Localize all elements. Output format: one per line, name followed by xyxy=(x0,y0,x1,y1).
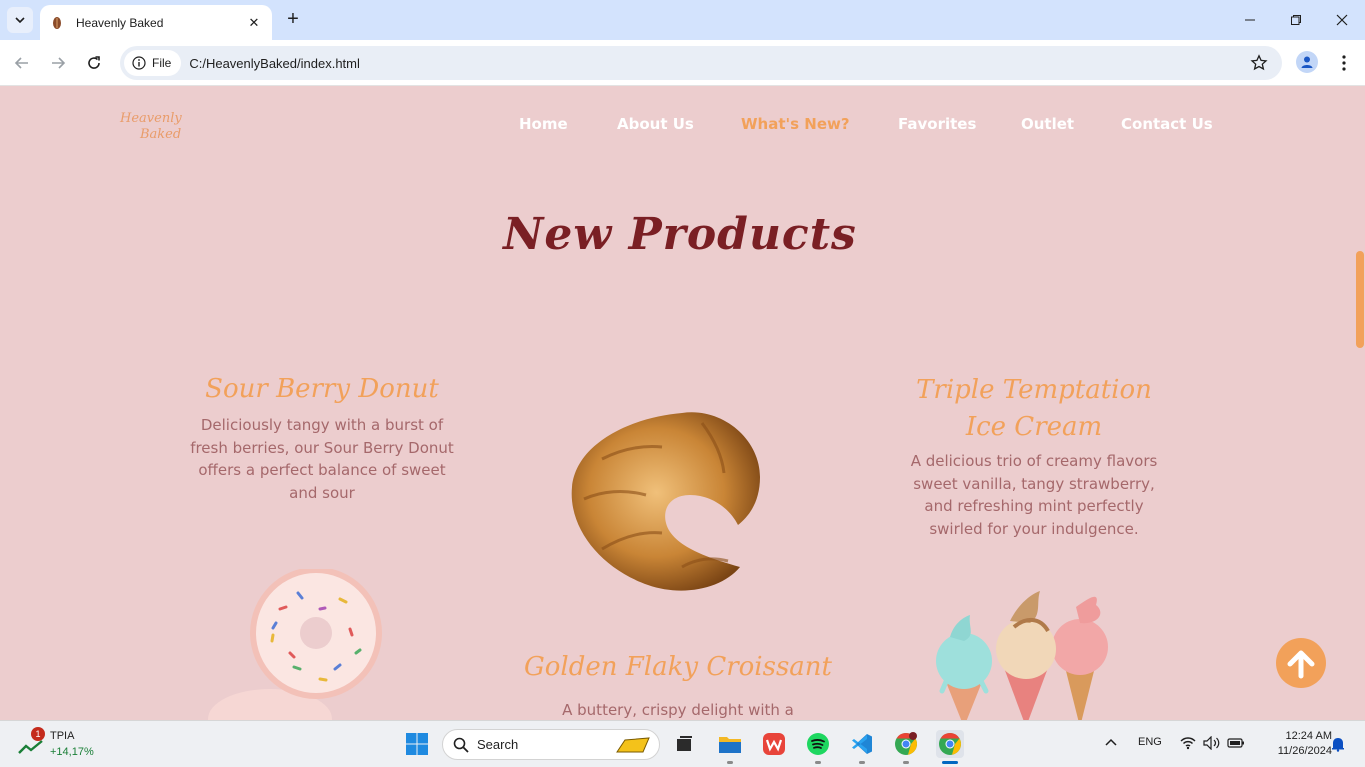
back-to-top-button[interactable] xyxy=(1276,638,1326,688)
vscode-button[interactable] xyxy=(848,730,876,758)
reload-icon xyxy=(88,56,100,69)
page-scrollbar[interactable] xyxy=(1355,87,1365,720)
close-window-button[interactable] xyxy=(1319,0,1365,40)
search-placeholder: Search xyxy=(477,737,519,752)
product-title-golden-flaky-croissant: Golden Flaky Croissant xyxy=(523,652,832,682)
running-indicator-active xyxy=(942,761,958,764)
new-tab-button[interactable]: + xyxy=(282,8,304,30)
browser-tab[interactable]: Heavenly Baked ✕ xyxy=(40,5,272,40)
restore-button[interactable] xyxy=(1273,0,1319,40)
windows-logo-icon xyxy=(406,733,428,755)
running-indicator xyxy=(727,761,733,764)
nav-favorites[interactable]: Favorites xyxy=(898,115,976,137)
profile-avatar[interactable] xyxy=(1296,51,1318,73)
browser-toolbar: File C:/HeavenlyBaked/index.html xyxy=(0,40,1365,86)
tab-search-button[interactable] xyxy=(7,7,33,33)
product-desc-golden-flaky-croissant: A buttery, crispy delight with a xyxy=(562,701,794,719)
close-icon xyxy=(1336,14,1348,26)
minimize-icon xyxy=(1245,19,1255,21)
logo-line-1: Heavenly xyxy=(120,111,182,126)
tab-title: Heavenly Baked xyxy=(76,15,164,30)
chevron-up-icon[interactable] xyxy=(1104,737,1118,747)
start-button[interactable] xyxy=(403,730,431,758)
forward-arrow-icon xyxy=(52,57,66,69)
browser-menu-button[interactable] xyxy=(1334,52,1354,74)
tab-strip: Heavenly Baked ✕ + xyxy=(0,0,1365,40)
chrome-icon xyxy=(939,733,961,755)
notification-bell-icon[interactable] xyxy=(1331,736,1345,752)
task-view-button[interactable] xyxy=(670,730,698,758)
back-arrow-icon xyxy=(14,57,28,69)
section-title: New Products xyxy=(503,209,857,260)
volume-icon[interactable] xyxy=(1203,736,1221,750)
product-title-triple-temptation-ice-cream: Triple Temptation Ice Cream xyxy=(916,375,1152,442)
back-button[interactable] xyxy=(9,50,35,76)
wifi-icon[interactable] xyxy=(1180,736,1196,750)
spotify-icon xyxy=(807,733,829,755)
logo-line-2: Baked xyxy=(140,127,182,142)
restore-icon xyxy=(1291,15,1301,25)
clock-time: 12:24 AM xyxy=(1285,730,1332,742)
search-highlight-icon xyxy=(616,736,650,752)
product-desc-sour-berry-donut: Deliciously tangy with a burst of fresh … xyxy=(190,416,454,502)
running-indicator xyxy=(815,761,821,764)
nav-contact-us[interactable]: Contact Us xyxy=(1121,115,1213,137)
more-vertical-icon xyxy=(1342,55,1346,71)
url-text[interactable]: C:/HeavenlyBaked/index.html xyxy=(189,56,360,71)
ice-cream-image xyxy=(936,591,1108,720)
taskbar-search[interactable]: Search xyxy=(442,729,660,760)
site-info-chip[interactable]: File xyxy=(124,50,182,76)
folder-icon xyxy=(719,737,741,753)
product-title-sour-berry-donut: Sour Berry Donut xyxy=(205,374,439,404)
running-indicator xyxy=(903,761,909,764)
wps-office-icon xyxy=(763,733,785,755)
close-tab-icon[interactable]: ✕ xyxy=(246,15,262,31)
site-logo[interactable]: Heavenly Baked xyxy=(118,107,198,151)
product-desc-triple-temptation-ice-cream: A delicious trio of creamy flavors sweet… xyxy=(910,452,1158,538)
spotify-button[interactable] xyxy=(804,730,832,758)
reload-button[interactable] xyxy=(81,50,107,76)
arrow-up-icon xyxy=(1287,650,1315,679)
vscode-icon xyxy=(852,734,872,754)
address-bar[interactable]: File C:/HeavenlyBaked/index.html xyxy=(120,46,1282,80)
nav-whats-new[interactable]: What's New? xyxy=(741,115,850,137)
taskbar: 1 TPIA +14,17% Search ENG 12:24 AM 11/26… xyxy=(0,720,1365,767)
minimize-button[interactable] xyxy=(1227,0,1273,40)
forward-button[interactable] xyxy=(45,50,71,76)
favicon-icon xyxy=(53,16,61,29)
nav-about-us[interactable]: About Us xyxy=(617,115,694,137)
chrome-button[interactable] xyxy=(936,730,964,758)
stock-change: +14,17% xyxy=(50,746,94,758)
task-view-icon xyxy=(677,736,692,751)
croissant-image xyxy=(571,412,760,591)
file-explorer-button[interactable] xyxy=(716,730,744,758)
clock[interactable]: 12:24 AM 11/26/2024 xyxy=(1256,729,1332,759)
running-indicator xyxy=(859,761,865,764)
stock-chart-icon xyxy=(18,740,43,754)
battery-icon[interactable] xyxy=(1227,737,1245,749)
chip-label: File xyxy=(152,56,172,70)
wps-office-button[interactable] xyxy=(760,730,788,758)
chrome-icon xyxy=(895,732,917,755)
donut-image xyxy=(208,569,382,720)
chevron-down-icon xyxy=(15,17,25,24)
stock-widget[interactable]: 1 TPIA +14,17% xyxy=(18,727,118,761)
bookmark-star-icon[interactable] xyxy=(1250,54,1268,72)
language-indicator[interactable]: ENG xyxy=(1138,736,1162,748)
web-page: Heavenly Baked Home About Us What's New?… xyxy=(0,87,1355,720)
notification-badge: 1 xyxy=(31,727,45,741)
scrollbar-thumb[interactable] xyxy=(1356,251,1364,348)
info-icon xyxy=(132,56,146,70)
stock-name: TPIA xyxy=(50,730,75,742)
nav-home[interactable]: Home xyxy=(519,115,568,137)
person-icon xyxy=(1301,56,1313,68)
nav-outlet[interactable]: Outlet xyxy=(1021,115,1074,137)
chrome-profile-button[interactable] xyxy=(892,730,920,758)
search-icon xyxy=(453,737,469,753)
clock-date: 11/26/2024 xyxy=(1277,745,1332,757)
